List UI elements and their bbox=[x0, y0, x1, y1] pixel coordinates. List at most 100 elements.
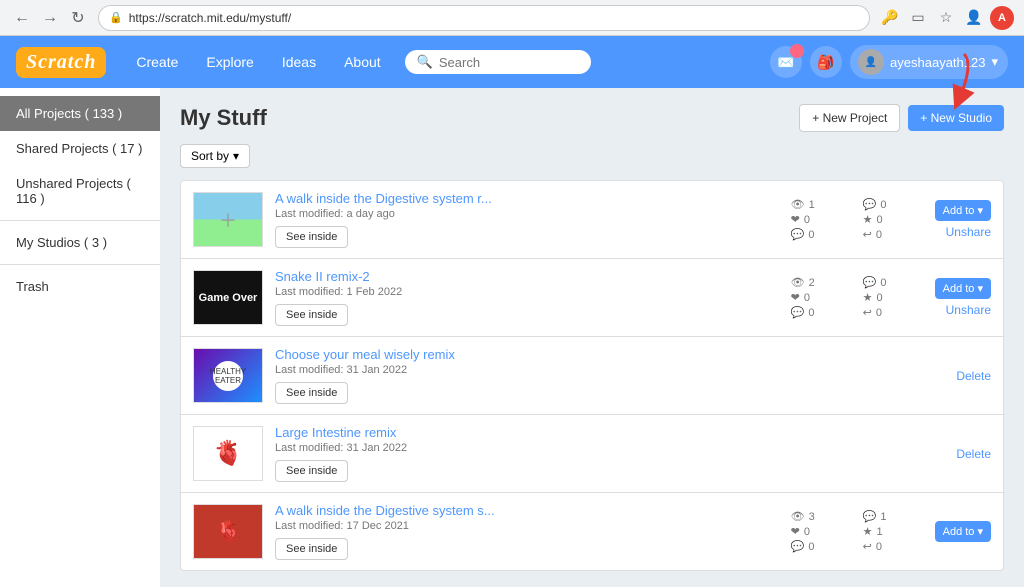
nav-right: ✉️ 🎒 👤 ayeshaayath123 ▾ bbox=[770, 45, 1008, 79]
comments-icon: 💬 bbox=[863, 510, 877, 523]
remixes-count: 0 bbox=[808, 541, 814, 553]
sidebar-divider bbox=[0, 220, 160, 221]
delete-link[interactable]: Delete bbox=[956, 447, 991, 461]
sidebar-item-shared[interactable]: Shared Projects ( 17 ) bbox=[0, 131, 160, 166]
project-thumbnail: 🫀 bbox=[193, 426, 263, 481]
project-thumbnail: ＋ bbox=[193, 192, 263, 247]
star-icon-btn[interactable]: ☆ bbox=[934, 6, 958, 30]
nav-buttons: ← → ↻ bbox=[10, 6, 90, 30]
see-inside-button[interactable]: See inside bbox=[275, 304, 348, 326]
project-actions: Add to ▾ Unshare bbox=[935, 200, 991, 239]
user-menu-btn[interactable]: 👤 ayeshaayath123 ▾ bbox=[850, 45, 1008, 79]
comments-count: 0 bbox=[880, 199, 886, 211]
cast-icon-btn[interactable]: ▭ bbox=[906, 6, 930, 30]
see-inside-button[interactable]: See inside bbox=[275, 382, 348, 404]
add-to-button[interactable]: Add to ▾ bbox=[935, 278, 991, 299]
nav-ideas[interactable]: Ideas bbox=[268, 46, 330, 78]
remixes-count: 0 bbox=[808, 307, 814, 319]
project-info: A walk inside the Digestive system r... … bbox=[275, 191, 779, 248]
loves-count: 0 bbox=[804, 214, 810, 226]
project-name[interactable]: Snake II remix-2 bbox=[275, 269, 779, 284]
loves-icon: ❤ bbox=[791, 213, 800, 226]
messages-btn[interactable]: ✉️ bbox=[770, 46, 802, 78]
sidebar-item-trash[interactable]: Trash bbox=[0, 269, 160, 304]
sidebar-divider-2 bbox=[0, 264, 160, 265]
project-name[interactable]: A walk inside the Digestive system s... bbox=[275, 503, 779, 518]
table-row: 🫀 Large Intestine remix Last modified: 3… bbox=[180, 414, 1004, 492]
sidebar-item-all-projects[interactable]: All Projects ( 133 ) bbox=[0, 96, 160, 131]
stats-column: 👁3 ❤0 💬0 bbox=[791, 510, 851, 553]
loves-icon: ❤ bbox=[791, 291, 800, 304]
thumbnail-text: Game Over bbox=[199, 292, 258, 304]
project-name[interactable]: Large Intestine remix bbox=[275, 425, 604, 440]
nav-explore[interactable]: Explore bbox=[192, 46, 267, 78]
comments-count: 1 bbox=[880, 511, 886, 523]
loves-count: 0 bbox=[804, 526, 810, 538]
stats-column: 👁2 ❤0 💬0 bbox=[791, 276, 851, 319]
project-modified: Last modified: 31 Jan 2022 bbox=[275, 442, 604, 454]
nav-create[interactable]: Create bbox=[122, 46, 192, 78]
content-area: My Stuff + New Project + New Studio Sort… bbox=[160, 88, 1024, 587]
stats-column-2: 💬1 ★1 ↩0 bbox=[863, 510, 923, 553]
nav-about[interactable]: About bbox=[330, 46, 395, 78]
project-list: ＋ A walk inside the Digestive system r..… bbox=[180, 180, 1004, 571]
user-avatar: 👤 bbox=[858, 49, 884, 75]
remixes-icon: 💬 bbox=[791, 306, 805, 319]
project-actions: Add to ▾ bbox=[935, 521, 991, 542]
browser-actions: 🔑 ▭ ☆ 👤 A bbox=[878, 6, 1014, 30]
project-info: Large Intestine remix Last modified: 31 … bbox=[275, 425, 604, 482]
project-info: Snake II remix-2 Last modified: 1 Feb 20… bbox=[275, 269, 779, 326]
table-row: 🫀 A walk inside the Digestive system s..… bbox=[180, 492, 1004, 571]
project-name[interactable]: A walk inside the Digestive system r... bbox=[275, 191, 779, 206]
replies-icon: ↩ bbox=[863, 540, 872, 553]
project-name[interactable]: Choose your meal wisely remix bbox=[275, 347, 604, 362]
profile-icon-btn[interactable]: 👤 bbox=[962, 6, 986, 30]
scratch-logo[interactable]: Scratch bbox=[16, 47, 106, 78]
stats-column: 👁1 ❤0 💬0 bbox=[791, 198, 851, 241]
sort-button[interactable]: Sort by ▾ bbox=[180, 144, 250, 168]
views-icon: 👁 bbox=[791, 510, 805, 523]
loves-count: 0 bbox=[804, 292, 810, 304]
project-actions: Delete bbox=[956, 369, 991, 383]
see-inside-button[interactable]: See inside bbox=[275, 460, 348, 482]
table-row: Game Over Snake II remix-2 Last modified… bbox=[180, 258, 1004, 336]
project-modified: Last modified: 1 Feb 2022 bbox=[275, 286, 779, 298]
back-button[interactable]: ← bbox=[10, 6, 34, 30]
nav-links: Create Explore Ideas About bbox=[122, 46, 394, 78]
page-title: My Stuff bbox=[180, 105, 267, 131]
refresh-button[interactable]: ↻ bbox=[66, 6, 90, 30]
messages-badge bbox=[790, 44, 804, 58]
key-icon-btn[interactable]: 🔑 bbox=[878, 6, 902, 30]
forward-button[interactable]: → bbox=[38, 6, 62, 30]
see-inside-button[interactable]: See inside bbox=[275, 538, 348, 560]
replies-count: 0 bbox=[876, 229, 882, 241]
url-text: https://scratch.mit.edu/mystuff/ bbox=[129, 11, 292, 25]
project-modified: Last modified: 31 Jan 2022 bbox=[275, 364, 604, 376]
sort-label: Sort by bbox=[191, 149, 229, 163]
add-to-button[interactable]: Add to ▾ bbox=[935, 200, 991, 221]
comments-count: 0 bbox=[880, 277, 886, 289]
new-project-button[interactable]: + New Project bbox=[799, 104, 900, 132]
unshare-link[interactable]: Unshare bbox=[946, 225, 991, 239]
address-bar[interactable]: 🔒 https://scratch.mit.edu/mystuff/ bbox=[98, 5, 870, 31]
views-icon: 👁 bbox=[791, 276, 805, 289]
project-modified: Last modified: 17 Dec 2021 bbox=[275, 520, 779, 532]
sidebar-item-unshared[interactable]: Unshared Projects ( 116 ) bbox=[0, 166, 160, 216]
nav-search-bar[interactable]: 🔍 bbox=[405, 50, 591, 74]
see-inside-button[interactable]: See inside bbox=[275, 226, 348, 248]
delete-link[interactable]: Delete bbox=[956, 369, 991, 383]
new-studio-button[interactable]: + New Studio bbox=[908, 105, 1004, 131]
unshare-link[interactable]: Unshare bbox=[946, 303, 991, 317]
search-input[interactable] bbox=[439, 55, 579, 70]
views-count: 2 bbox=[809, 277, 815, 289]
replies-icon: ↩ bbox=[863, 228, 872, 241]
views-icon: 👁 bbox=[791, 198, 805, 211]
remixes-icon: 💬 bbox=[791, 228, 805, 241]
sort-dropdown-icon: ▾ bbox=[233, 149, 239, 163]
bag-btn[interactable]: 🎒 bbox=[810, 46, 842, 78]
add-to-button[interactable]: Add to ▾ bbox=[935, 521, 991, 542]
sidebar-item-studios[interactable]: My Studios ( 3 ) bbox=[0, 225, 160, 260]
project-info: Choose your meal wisely remix Last modif… bbox=[275, 347, 604, 404]
table-row: HEALTHY EATER Choose your meal wisely re… bbox=[180, 336, 1004, 414]
profile-circle[interactable]: A bbox=[990, 6, 1014, 30]
